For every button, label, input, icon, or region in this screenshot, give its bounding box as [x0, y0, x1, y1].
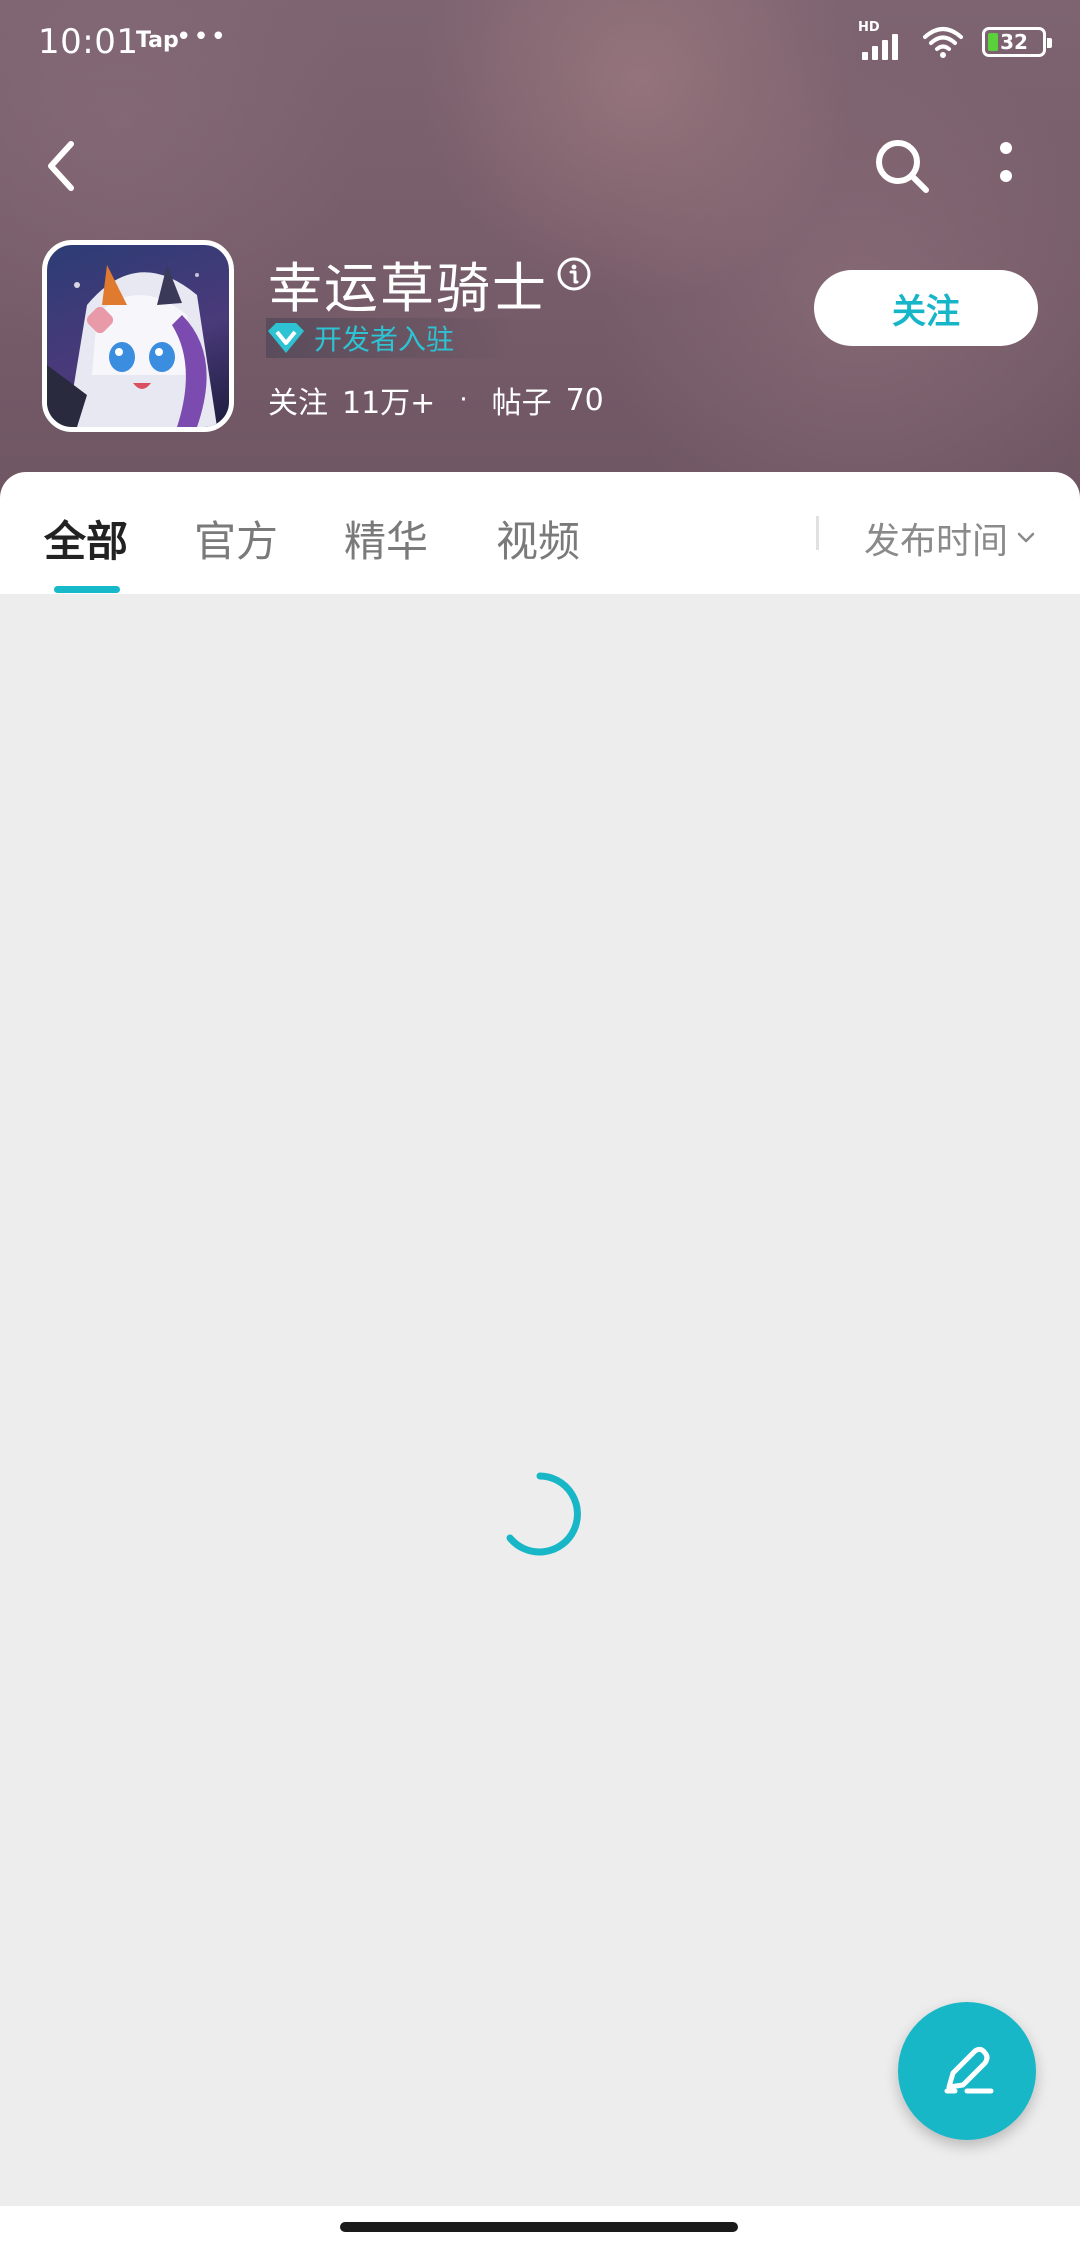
- developer-badge-label: 开发者入驻: [314, 323, 455, 356]
- status-bar: 10:01 Tap ••• HD 32: [0, 0, 1080, 90]
- chevron-down-icon: [1017, 532, 1035, 543]
- sort-dropdown[interactable]: 发布时间: [864, 512, 1036, 564]
- status-icons: HD 32: [858, 20, 1052, 60]
- game-artwork: [47, 265, 217, 427]
- forum-header: 10:01 Tap ••• HD 32 幸运草骑士 开发者入驻 关注 11万+ …: [0, 0, 1080, 500]
- tab-video[interactable]: 视频: [496, 508, 580, 569]
- stats-separator: ·: [459, 385, 468, 415]
- home-indicator[interactable]: [340, 2222, 738, 2232]
- game-title: 幸运草骑士: [268, 257, 548, 320]
- notification-dots: •••: [176, 22, 229, 52]
- game-icon: [42, 240, 234, 432]
- forum-stats: 关注 11万+ · 帖子 70: [268, 378, 604, 422]
- tab-divider: [816, 516, 819, 550]
- tab-featured[interactable]: 精华: [344, 508, 428, 569]
- filter-tabs: 全部 官方 精华 视频 发布时间: [0, 472, 1080, 594]
- active-tab-indicator: [54, 586, 120, 593]
- pen-icon: [944, 2046, 994, 2094]
- diamond-icon: [268, 323, 304, 353]
- battery-icon: 32: [982, 27, 1052, 57]
- status-app-name: Tap: [136, 28, 179, 53]
- post-list-area: [0, 594, 1080, 2206]
- loading-spinner-icon: [506, 1472, 581, 1556]
- back-arrow-icon: [48, 141, 74, 191]
- back-button[interactable]: [36, 136, 86, 196]
- more-vertical-icon[interactable]: [986, 140, 1026, 200]
- signal-icon: HD: [858, 20, 904, 60]
- battery-level: 32: [1000, 30, 1028, 54]
- search-icon[interactable]: [872, 136, 932, 196]
- tab-official[interactable]: 官方: [194, 508, 278, 569]
- compose-post-button[interactable]: [898, 2002, 1036, 2140]
- status-time: 10:01: [38, 22, 139, 62]
- network-type: HD: [858, 20, 880, 35]
- wifi-icon: [923, 27, 963, 58]
- sort-label: 发布时间: [864, 521, 1009, 562]
- info-icon[interactable]: [556, 256, 592, 292]
- follow-button[interactable]: 关注: [814, 270, 1038, 346]
- developer-badge: 开发者入驻: [266, 318, 515, 358]
- posts-count: 70: [565, 382, 604, 418]
- posts-label: 帖子: [491, 386, 552, 421]
- followers-label: 关注: [268, 386, 328, 421]
- followers-count: 11万+: [342, 386, 436, 421]
- tab-all[interactable]: 全部: [44, 508, 128, 569]
